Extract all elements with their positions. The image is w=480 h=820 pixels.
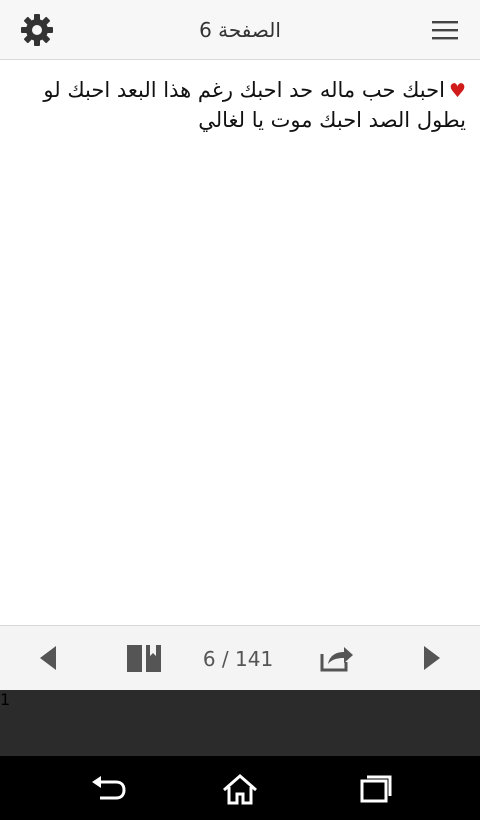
post-content: ♥احبك حب ماله حد احبك رغم هذا البعد احبك… [0, 60, 480, 625]
triangle-left-icon[interactable] [36, 642, 62, 674]
recent-apps-icon[interactable] [354, 772, 394, 806]
page-counter: 6 / 141 [202, 647, 274, 671]
heart-icon: ♥ [448, 80, 466, 102]
share-icon[interactable] [316, 642, 356, 674]
back-icon[interactable] [88, 772, 128, 806]
home-icon[interactable] [220, 772, 260, 806]
page-title: الصفحة 6 [199, 18, 281, 42]
post-text-block: ♥احبك حب ماله حد احبك رغم هذا البعد احبك… [22, 76, 466, 135]
post-text: احبك حب ماله حد احبك رغم هذا البعد احبك … [43, 78, 466, 132]
messages-badge: 1 [0, 690, 480, 756]
system-navigation-bar [0, 756, 480, 820]
hamburger-menu-icon[interactable] [430, 16, 460, 44]
page-navigator: 6 / 141 [0, 625, 480, 691]
triangle-right-icon[interactable] [418, 642, 444, 674]
book-icon[interactable] [124, 642, 164, 674]
top-app-bar: الصفحة 6 [0, 0, 480, 60]
